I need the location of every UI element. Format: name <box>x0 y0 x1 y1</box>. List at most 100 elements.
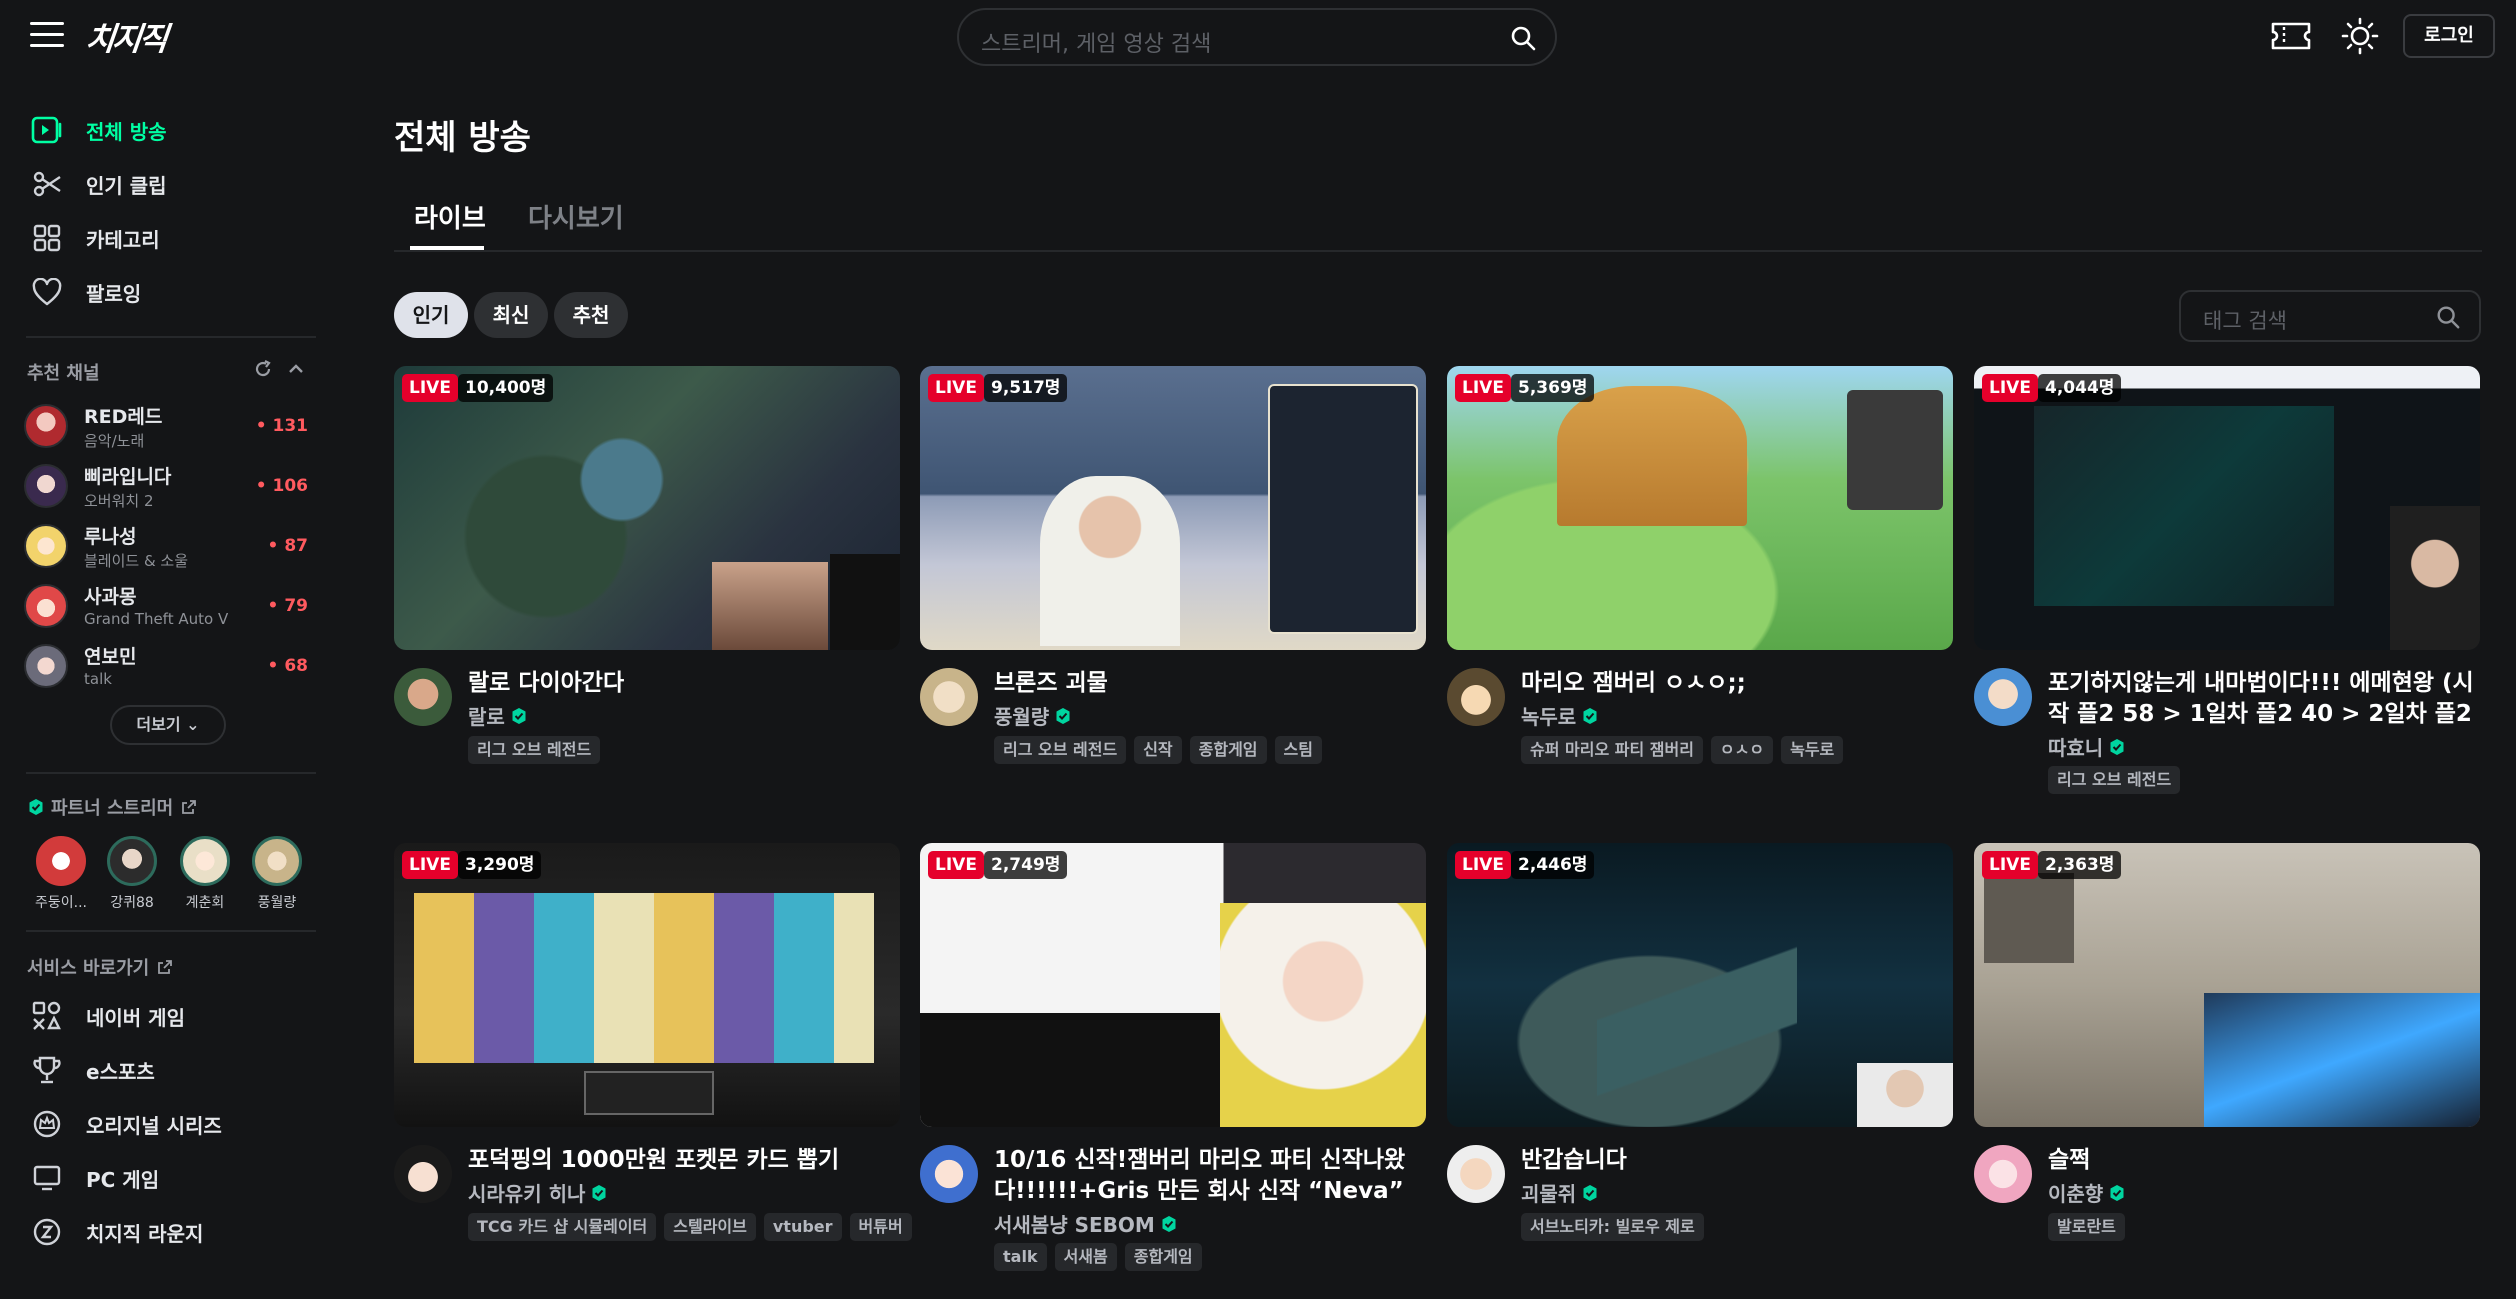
verified-badge-icon <box>1583 707 1597 724</box>
tag[interactable]: 신작 <box>1134 736 1182 764</box>
partner-name: 계춘회 <box>185 895 225 911</box>
stream-thumbnail[interactable]: LIVE 2,446명 <box>1447 843 1953 1127</box>
tab-live[interactable]: 라이브 <box>414 198 486 235</box>
more-channels-button[interactable]: 더보기 ⌄ <box>110 705 226 745</box>
tag[interactable]: 서브노티카: 빌로우 제로 <box>1521 1213 1704 1241</box>
nav-item-all-live[interactable]: 전체 방송 <box>30 110 167 150</box>
channel-avatar[interactable] <box>1447 668 1505 726</box>
service-esports[interactable]: e스포츠 <box>30 1050 155 1090</box>
recommended-channel[interactable]: 연보민 talk • 68 <box>24 640 314 696</box>
service-label: PC 게임 <box>86 1167 160 1192</box>
channel-avatar[interactable] <box>1447 1145 1505 1203</box>
search-icon[interactable] <box>2435 304 2461 330</box>
partner-streamer[interactable]: 계춘회 <box>173 836 237 912</box>
login-button[interactable]: 로그인 <box>2403 14 2495 58</box>
stream-title[interactable]: 브론즈 괴물 <box>994 668 1426 699</box>
filter-recommended[interactable]: 추천 <box>554 292 628 338</box>
recommended-channel[interactable]: 삐라입니다 오버워치 2 • 106 <box>24 460 314 516</box>
theme-sun-icon[interactable] <box>2340 16 2380 56</box>
filter-popular[interactable]: 인기 <box>394 292 468 338</box>
tag[interactable]: vtuber <box>763 1213 842 1241</box>
recommended-channel[interactable]: RED레드 음악/노래 • 131 <box>24 400 314 456</box>
search-icon[interactable] <box>1509 24 1537 52</box>
tag[interactable]: 스팀 <box>1274 736 1322 764</box>
tag-search-input[interactable]: 태그 검색 <box>2179 290 2481 342</box>
service-label: e스포츠 <box>86 1059 155 1084</box>
tag[interactable]: 종합게임 <box>1189 736 1267 764</box>
live-card: LIVE 10,400명 랄로 다이아간다 랄로 리그 오브 레전드 <box>394 366 900 766</box>
nav-item-following[interactable]: 팔로잉 <box>30 272 141 312</box>
channel-avatar[interactable] <box>920 1145 978 1203</box>
verified-badge-icon <box>1056 707 1070 724</box>
stream-thumbnail[interactable]: LIVE 9,517명 <box>920 366 1426 650</box>
stream-title[interactable]: 포덕핑의 1000만원 포켓몬 카드 뽑기 <box>468 1145 900 1176</box>
stream-title[interactable]: 랄로 다이아간다 <box>468 668 900 699</box>
partner-streamer[interactable]: 주둥이... <box>29 836 93 912</box>
ticket-icon[interactable] <box>2270 20 2312 52</box>
tag[interactable]: 슈퍼 마리오 파티 잼버리 <box>1521 736 1703 764</box>
channel-avatar[interactable] <box>394 668 452 726</box>
tag[interactable]: 서새봄 <box>1054 1243 1117 1271</box>
tag[interactable]: 버튜버 <box>849 1213 912 1241</box>
stream-thumbnail[interactable]: LIVE 3,290명 <box>394 843 900 1127</box>
service-chzzk-lounge[interactable]: 치지직 라운지 <box>30 1212 203 1252</box>
tag[interactable]: 종합게임 <box>1124 1243 1202 1271</box>
tag[interactable]: talk <box>994 1243 1047 1271</box>
stream-thumbnail[interactable]: LIVE 2,749명 <box>920 843 1426 1127</box>
stream-title[interactable]: 반갑습니다 <box>1521 1145 1953 1176</box>
stream-thumbnail[interactable]: LIVE 10,400명 <box>394 366 900 650</box>
stream-thumbnail[interactable]: LIVE 2,363명 <box>1974 843 2480 1127</box>
stream-thumbnail[interactable]: LIVE 4,044명 <box>1974 366 2480 650</box>
partner-badge-icon <box>29 799 43 815</box>
tag[interactable]: 발로란트 <box>2048 1213 2125 1241</box>
tab-replay[interactable]: 다시보기 <box>528 198 624 235</box>
refresh-icon[interactable] <box>253 359 273 379</box>
stream-title[interactable]: 10/16 신작!잼버리 마리오 파티 신작나왔다!!!!!!+Gris 만든 … <box>994 1145 1426 1207</box>
tag[interactable]: 리그 오브 레전드 <box>2048 766 2181 794</box>
channel-avatar[interactable] <box>1974 668 2032 726</box>
recommended-channel[interactable]: 루나성 블레이드 & 소울 • 87 <box>24 520 314 576</box>
service-naver-game[interactable]: 네이버 게임 <box>30 996 185 1036</box>
live-badge: LIVE <box>928 851 984 879</box>
search-input[interactable]: 스트리머, 게임 영상 검색 <box>957 8 1557 66</box>
viewer-count: 9,517명 <box>984 374 1068 402</box>
menu-hamburger-icon[interactable] <box>30 22 64 50</box>
channel-name[interactable]: 시라유키 히나 <box>468 1178 608 1207</box>
partner-streamer[interactable]: 강퀴88 <box>100 836 164 912</box>
channel-name[interactable]: 서새봄냥 SEBOM <box>994 1209 1178 1238</box>
channel-name[interactable]: 따효니 <box>2048 732 2126 761</box>
stream-title[interactable]: 포기하지않는게 내마법이다!!! 에메현왕 (시작 플2 58 > 1일차 플2… <box>2048 668 2480 730</box>
collapse-chevron-icon[interactable] <box>286 359 306 379</box>
channel-name[interactable]: 이춘향 <box>2048 1178 2126 1207</box>
tag[interactable]: ㅇㅅㅇ <box>1710 736 1774 764</box>
tag[interactable]: 리그 오브 레전드 <box>468 736 601 764</box>
channel-avatar[interactable] <box>1974 1145 2032 1203</box>
channel-name[interactable]: 괴물쥐 <box>1521 1178 1599 1207</box>
avatar <box>24 584 68 628</box>
chzzk-logo[interactable]: 치지직 <box>84 14 168 60</box>
nav-item-popular-clips[interactable]: 인기 클립 <box>30 164 167 204</box>
tag[interactable]: 리그 오브 레전드 <box>994 736 1127 764</box>
stream-title[interactable]: 슬쩍 <box>2048 1145 2480 1176</box>
service-original-series[interactable]: 오리지널 시리즈 <box>30 1104 222 1144</box>
tag[interactable]: 녹두로 <box>1781 736 1844 764</box>
service-pc-game[interactable]: PC 게임 <box>30 1158 159 1198</box>
crown-icon <box>30 1107 64 1141</box>
channel-name[interactable]: 랄로 <box>468 701 528 730</box>
tag[interactable]: 스텔라이브 <box>664 1213 756 1241</box>
recommended-channel[interactable]: 사과몽 Grand Theft Auto V • 79 <box>24 580 314 636</box>
partner-streamer[interactable]: 풍월량 <box>245 836 309 912</box>
grid-icon <box>30 221 64 255</box>
filter-latest[interactable]: 최신 <box>474 292 548 338</box>
channel-avatar[interactable] <box>394 1145 452 1203</box>
stream-thumbnail[interactable]: LIVE 5,369명 <box>1447 366 1953 650</box>
partner-streamer-header[interactable]: 파트너 스트리머 <box>27 794 197 820</box>
channel-avatar[interactable] <box>920 668 978 726</box>
nav-item-category[interactable]: 카테고리 <box>30 218 160 258</box>
channel-name[interactable]: 풍월량 <box>994 701 1072 730</box>
stream-title[interactable]: 마리오 잼버리 ㅇㅅㅇ;; <box>1521 668 1953 699</box>
tag-list: 리그 오브 레전드 <box>468 736 601 764</box>
active-tab-indicator <box>410 246 484 250</box>
tag[interactable]: TCG 카드 샵 시뮬레이터 <box>468 1213 657 1241</box>
channel-name[interactable]: 녹두로 <box>1521 701 1599 730</box>
